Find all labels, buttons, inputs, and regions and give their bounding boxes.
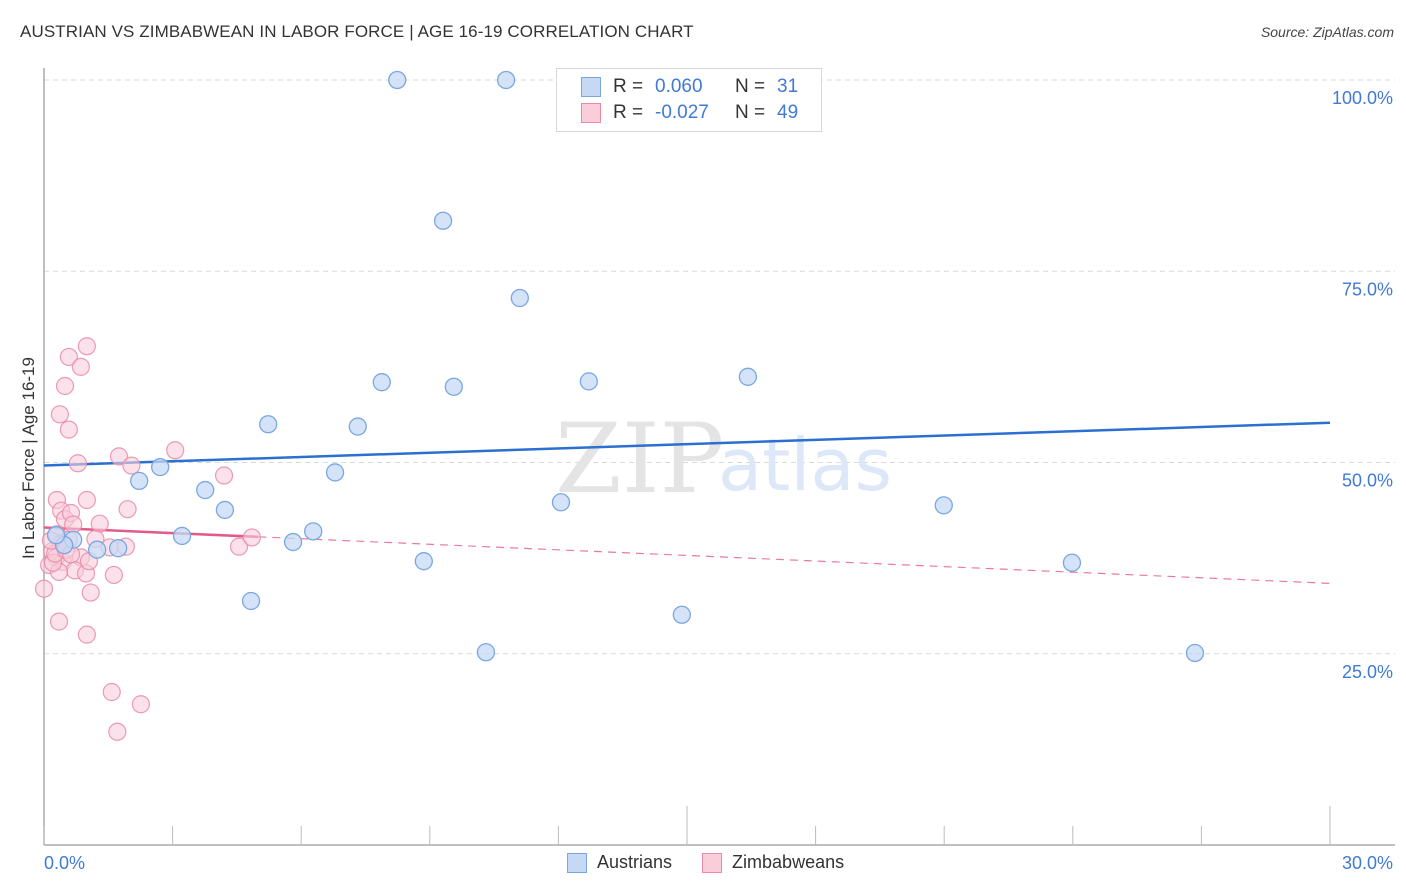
austrians-point — [1062, 553, 1082, 572]
zimbabweans-point — [71, 357, 90, 376]
y-tick-label: 100.0% — [1332, 88, 1393, 108]
zimbabweans-point — [104, 565, 123, 585]
zimbabweans-point — [214, 466, 234, 485]
zimbabweans-point — [131, 695, 150, 714]
x-tick-label: 0.0% — [44, 853, 85, 873]
r-label: R = — [613, 102, 644, 123]
austrians-point — [151, 457, 170, 477]
r-value: -0.027 — [655, 102, 709, 123]
series-legend: Austrians Zimbabweans — [567, 852, 874, 873]
legend-label-zimbabweans: Zimbabweans — [732, 852, 845, 872]
watermark-atlas: atlas — [718, 423, 892, 507]
zimbabweans-swatch — [581, 103, 601, 123]
austrians-points — [46, 70, 1205, 663]
zimbabweans-point — [49, 612, 69, 631]
zimbabweans-point — [102, 682, 121, 702]
y-tick-label: 50.0% — [1342, 471, 1393, 491]
zimbabweans-point — [77, 490, 96, 510]
scatter-chart: ZIP atlas 25.0% 50.0% 75.0% 100.0% 0.0% 30.0%… — [19, 68, 1395, 873]
austrians-point — [414, 552, 433, 571]
austrians-swatch — [567, 852, 587, 873]
r-value: 0.060 — [655, 76, 703, 97]
austrians-point — [476, 643, 496, 662]
austrians-point — [283, 532, 303, 552]
zimbabweans-point — [108, 722, 127, 741]
zimbabweans-point — [166, 441, 185, 460]
zimbabweans-point — [81, 583, 100, 602]
n-label: N = — [735, 76, 766, 97]
zimbabweans-point — [55, 376, 75, 396]
gridlines — [44, 79, 1395, 655]
zimbabweans-swatch — [702, 852, 723, 873]
zimbabweans-point — [118, 500, 137, 519]
y-axis-label: In Labor Force | Age 16-19 — [19, 357, 38, 559]
zimbabweans-point — [242, 528, 262, 547]
legend-item-zimbabweans[interactable]: Zimbabweans — [702, 852, 844, 873]
zimbabweans-point — [50, 405, 69, 424]
zimbabweans-point — [64, 515, 83, 534]
y-tick-label: 25.0% — [1342, 662, 1393, 682]
n-value: 31 — [777, 76, 799, 97]
y-tick-label: 75.0% — [1342, 279, 1393, 299]
zimbabweans-point — [77, 625, 96, 644]
austrians-point — [934, 496, 953, 515]
austrians-point — [325, 463, 345, 482]
austrians-point — [130, 471, 149, 491]
austrians-point — [551, 493, 571, 512]
austrians-point — [1185, 643, 1205, 663]
zimbabweans-point — [68, 454, 87, 473]
zimbabweans-point — [77, 337, 96, 356]
zimbabweans-point — [34, 579, 54, 598]
zimbabweans-point — [59, 420, 78, 439]
austrians-point — [738, 367, 758, 386]
austrians-point — [241, 591, 261, 611]
r-label: R = — [613, 76, 644, 97]
n-label: N = — [735, 102, 766, 123]
legend-row-zimbabweans: R = -0.027 N = 49 — [581, 101, 798, 125]
austrians-point — [46, 526, 66, 545]
austrians-point — [372, 373, 391, 392]
austrians-point — [304, 522, 323, 541]
zimbabweans-point — [122, 456, 141, 475]
austrians-point — [88, 540, 107, 559]
austrians-point — [433, 211, 453, 230]
watermark-zip: ZIP — [555, 403, 724, 515]
austrians-point — [259, 415, 278, 434]
legend-label-austrians: Austrians — [597, 852, 673, 872]
austrians-point — [672, 605, 692, 624]
austrians-point — [109, 539, 128, 558]
x-tick-label: 30.0% — [1342, 853, 1393, 873]
austrians-point — [388, 70, 407, 90]
austrians-point — [496, 70, 516, 90]
austrians-point — [579, 372, 598, 391]
correlation-legend: R = 0.060 N = 31 R = -0.027 N = 49 — [556, 68, 822, 132]
austrians-point — [444, 377, 463, 396]
n-value: 49 — [777, 102, 799, 123]
austrians-point — [196, 480, 215, 500]
austrians-point — [510, 288, 529, 308]
austrians-swatch — [581, 77, 601, 97]
austrians-point — [215, 500, 235, 520]
legend-item-austrians[interactable]: Austrians — [567, 852, 672, 873]
austrians-point — [348, 417, 367, 436]
zimbabweans-point — [90, 514, 109, 533]
legend-row-austrians: R = 0.060 N = 31 — [581, 75, 798, 99]
austrians-point — [172, 526, 192, 546]
